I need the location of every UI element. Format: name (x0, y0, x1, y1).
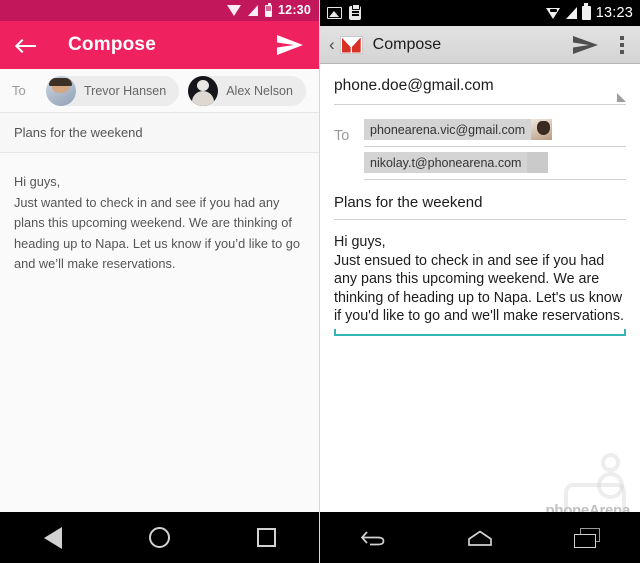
recipient-name: Trevor Hansen (84, 83, 167, 98)
body-input[interactable]: Hi guys, Just ensued to check in and see… (334, 233, 626, 326)
page-title: Compose (372, 35, 442, 53)
left-body-area: Hi guys, Just wanted to check in and see… (0, 153, 319, 487)
to-label: To (334, 128, 350, 144)
left-app-bar: Compose (0, 21, 319, 69)
nav-home-button[interactable] (130, 518, 190, 558)
body-input[interactable]: Hi guys, Just wanted to check in and see… (14, 172, 304, 275)
recipient-address: nikolay.t@phonearena.com (370, 155, 522, 170)
avatar (531, 119, 553, 140)
subject-input[interactable]: Plans for the weekend (0, 113, 319, 153)
overflow-menu-icon[interactable] (613, 34, 631, 56)
dropdown-corner-icon[interactable] (617, 93, 626, 102)
recipient-row[interactable]: nikolay.t@phonearena.com (364, 147, 626, 180)
wifi-icon (545, 7, 561, 19)
right-status-bar: 13:23 (320, 0, 640, 26)
battery-icon (265, 2, 273, 17)
right-action-bar: ‹ Compose (320, 26, 640, 64)
avatar (46, 75, 76, 106)
recipient-name: Alex Nelson (226, 83, 293, 98)
status-clock: 13:23 (595, 5, 633, 21)
back-chevron-icon[interactable]: ‹ (329, 36, 335, 53)
screenshot-stage: 12:30 Compose To Trevor Hansen Alex Nels… (0, 0, 640, 563)
from-field[interactable]: phone.doe@gmail.com (334, 64, 626, 105)
wm-circle-small (601, 453, 620, 472)
status-clock: 12:30 (278, 3, 311, 18)
to-label: To (12, 83, 26, 98)
recipient-chip[interactable]: Trevor Hansen (46, 75, 180, 106)
left-nav-bar (0, 512, 319, 563)
wm-circle-large (597, 472, 624, 499)
signal-icon (248, 5, 259, 16)
image-icon (327, 7, 342, 19)
back-triangle-icon (44, 526, 63, 549)
gmail-logo-icon[interactable] (339, 35, 363, 54)
nav-recents-button[interactable] (237, 518, 297, 558)
nav-home-button[interactable] (450, 518, 510, 558)
recipient-row[interactable]: phonearena.vic@gmail.com (364, 114, 626, 147)
avatar (188, 75, 219, 106)
battery-icon (581, 3, 591, 20)
recipient-chip[interactable]: phonearena.vic@gmail.com (364, 119, 553, 140)
clipboard-icon (349, 3, 361, 20)
signal-icon (565, 7, 577, 19)
recipient-list: phonearena.vic@gmail.com nikolay.t@phone… (364, 114, 626, 180)
back-arrow-icon[interactable] (14, 32, 40, 58)
nav-back-button[interactable] (23, 518, 83, 558)
notification-icon-group (327, 3, 546, 20)
right-to-field: To phonearena.vic@gmail.com nikolay.t@ph… (334, 105, 626, 180)
dot (620, 49, 624, 54)
left-to-field[interactable]: To Trevor Hansen Alex Nelson (0, 69, 319, 113)
left-phone-screen: 12:30 Compose To Trevor Hansen Alex Nels… (0, 0, 320, 563)
nav-recents-button[interactable] (557, 518, 617, 558)
recipient-chip[interactable]: nikolay.t@phonearena.com (364, 152, 549, 173)
page-title: Compose (68, 34, 156, 55)
dot (620, 35, 624, 40)
avatar (527, 152, 549, 173)
recipient-chip[interactable]: Alex Nelson (188, 75, 306, 106)
right-nav-bar (320, 512, 640, 563)
recents-icon (573, 527, 600, 548)
right-status-icon-group: 13:23 (545, 3, 633, 21)
send-icon[interactable] (572, 34, 599, 56)
from-address: phone.doe@gmail.com (334, 77, 494, 94)
home-circle-icon (149, 527, 171, 548)
subject-input[interactable]: Plans for the weekend (334, 180, 626, 220)
dot (620, 42, 624, 47)
left-status-icon-group (227, 2, 273, 17)
body-field[interactable]: Hi guys, Just ensued to check in and see… (334, 220, 626, 336)
left-status-bar: 12:30 (0, 0, 319, 21)
recipient-address: phonearena.vic@gmail.com (370, 122, 526, 137)
recents-square-icon (257, 528, 277, 547)
nav-back-button[interactable] (343, 518, 403, 558)
right-compose-form: phone.doe@gmail.com To phonearena.vic@gm… (320, 64, 640, 336)
right-phone-screen: 13:23 ‹ Compose phone.doe@gmail.com To p… (320, 0, 640, 563)
wifi-icon (227, 5, 242, 16)
home-icon (467, 528, 493, 548)
send-icon[interactable] (275, 32, 305, 58)
back-arrow-icon (360, 528, 386, 548)
